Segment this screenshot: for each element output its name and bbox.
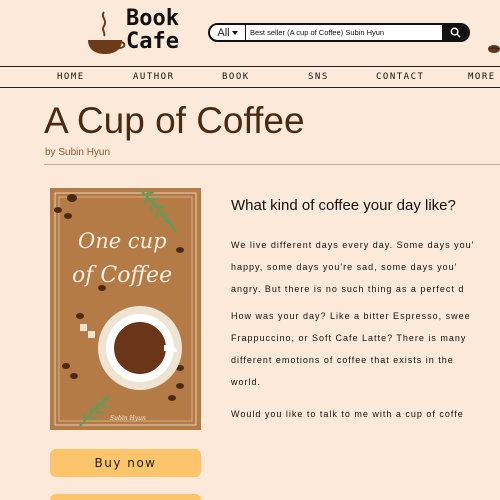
search-button[interactable]: [442, 25, 468, 40]
nav-item-more[interactable]: MORE: [468, 72, 496, 82]
book-cover-art: One cup of Coffee Subin Hyun: [54, 189, 197, 427]
divider: [44, 164, 500, 165]
nav-item-sns[interactable]: SNS: [308, 72, 329, 82]
search-bar: All: [208, 23, 470, 42]
description-heading: What kind of coffee your day like?: [231, 197, 456, 214]
description-paragraph-2: How was your day? Like a bitter Espresso…: [231, 305, 471, 393]
text-line: world.: [231, 377, 262, 387]
author-byline: by Subin Hyun: [45, 147, 111, 158]
description-paragraph-1: We live different days every day. Some d…: [231, 234, 474, 300]
text-line: different emotions of coffee that exists…: [231, 355, 454, 365]
cover-title-line2: of Coffee: [72, 263, 172, 288]
search-icon: [450, 27, 461, 38]
description-paragraph-3: Would you like to talk to me with a cup …: [231, 403, 464, 425]
text-line: We live different days every day. Some d…: [231, 240, 475, 250]
category-dropdown[interactable]: All: [210, 25, 246, 40]
book-cover: One cup of Coffee Subin Hyun: [50, 188, 201, 430]
coffee-bean-icon: [488, 45, 500, 53]
nav-item-contact[interactable]: CONTACT: [376, 72, 424, 82]
text-line: Frappuccino, or Soft Cafe Latte? There i…: [231, 333, 467, 343]
secondary-action-button[interactable]: [50, 494, 201, 500]
text-line: happy, some days you're sad, some days y…: [231, 262, 458, 272]
brand-logo[interactable]: Book Cafe: [86, 6, 186, 56]
chevron-down-icon: [231, 30, 238, 35]
cover-author: Subin Hyun: [110, 415, 146, 422]
brand-name-line1: Book: [126, 6, 179, 31]
buy-now-button[interactable]: Buy now: [50, 449, 201, 477]
text-line: Would you like to talk to me with a cup …: [231, 409, 464, 419]
coffee-cup-icon: [88, 11, 126, 54]
category-label: All: [217, 26, 230, 39]
nav-item-home[interactable]: HOME: [57, 72, 85, 82]
nav-item-author[interactable]: AUTHOR: [133, 72, 175, 82]
brand-name-line2: Cafe: [126, 29, 179, 54]
nav-item-book[interactable]: BOOK: [222, 72, 250, 82]
page-title: A Cup of Coffee: [44, 100, 305, 141]
text-line: angry. But there is no such thing as a p…: [231, 284, 465, 294]
main-nav: HOME AUTHOR BOOK SNS CONTACT MORE: [0, 66, 500, 88]
text-line: How was your day? Like a bitter Espresso…: [231, 311, 471, 321]
cover-title-line1: One cup: [78, 229, 167, 253]
search-input[interactable]: [246, 25, 442, 40]
